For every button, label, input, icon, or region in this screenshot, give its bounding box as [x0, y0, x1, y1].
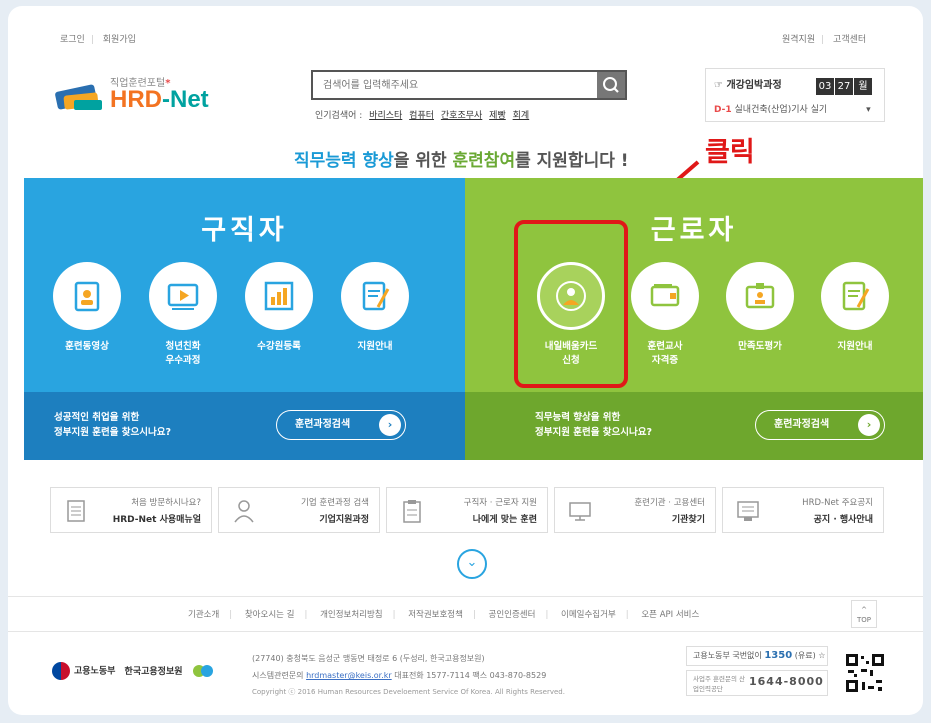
notepad-pencil-icon — [362, 281, 390, 311]
service-label: 지원안내 — [837, 341, 873, 352]
document-icon — [67, 500, 85, 522]
enrollment-item[interactable]: 수강원등록 — [236, 262, 322, 354]
popular-keyword[interactable]: 회계 — [513, 111, 530, 121]
browser-page: 로그인| 회원가입 원격지원| 고객센터 직업훈련포털* HRD-Net 인기검… — [8, 6, 923, 715]
chevron-up-icon: ^ — [861, 606, 867, 614]
badge-icon — [745, 283, 775, 309]
support-email-link[interactable]: hrdmaster@keis.or.kr — [306, 671, 392, 680]
qr-code-icon — [844, 652, 886, 694]
wallet-icon — [650, 284, 680, 307]
support-guide-item[interactable]: 지원안내 — [332, 262, 418, 354]
upcoming-course-box[interactable]: ☞ 개강임박과정 03 27 월 D-1 실내건축(산업)기사 실기 ▾ — [705, 68, 885, 122]
chevron-right-icon: › — [858, 414, 880, 436]
footer-link[interactable]: 저작권보호정책 — [408, 610, 463, 620]
worker-support-guide-item[interactable]: 지원안내 — [812, 262, 898, 354]
youth-course-item[interactable]: 청년친화 우수과정 — [140, 262, 226, 368]
service-label: 청년친화 — [165, 341, 201, 352]
site-logo[interactable]: 직업훈련포털* HRD-Net — [52, 70, 222, 120]
keis-logo-icon — [192, 665, 213, 677]
bar-chart-icon — [264, 281, 294, 311]
notice-icon — [737, 501, 759, 521]
footer-link[interactable]: 공인인증센터 — [489, 610, 536, 620]
quick-link-institutions[interactable]: 훈련기관 · 고용센터 기관찾기 — [554, 487, 716, 533]
footer-link[interactable]: 이메일수집거부 — [561, 610, 616, 620]
search-input[interactable] — [313, 72, 597, 98]
service-label: 훈련교사 — [647, 341, 683, 352]
popular-keyword[interactable]: 바리스타 — [369, 111, 402, 121]
job-seeker-course-search-button[interactable]: 훈련과정검색 › — [276, 410, 406, 440]
popular-keywords: 인기검색어 : 바리스타 컴퓨터 간호조무사 제빵 회계 — [315, 108, 529, 121]
training-video-item[interactable]: 훈련동영상 — [44, 262, 130, 354]
util-links-right: 원격지원 | 고객센터 — [782, 35, 867, 45]
popular-keyword[interactable]: 컴퓨터 — [409, 111, 434, 121]
taegeuk-emblem-icon — [52, 662, 70, 680]
search-button[interactable] — [597, 72, 625, 98]
signup-link[interactable]: 회원가입 — [103, 35, 136, 45]
call-center-box: 고용노동부 국번없이 1350 (유료) ☆ 사업주 훈련문의 산업인력공단 16… — [686, 646, 828, 698]
util-links-left: 로그인 | 회원가입 — [60, 35, 136, 45]
footer-link[interactable]: 찾아오시는 길 — [245, 610, 295, 620]
upcoming-title: ☞ 개강임박과정 — [714, 80, 782, 91]
quick-link-manual[interactable]: 처음 방문하시나요? HRD-Net 사용매뉴얼 — [50, 487, 212, 533]
search-icon — [603, 77, 619, 93]
customer-center-link[interactable]: 고객센터 — [833, 35, 866, 45]
footer-address: (27740) 충청북도 음성군 맹동면 태정로 6 (두성리, 한국고용정보원… — [252, 654, 565, 696]
search-bar — [311, 70, 627, 100]
click-annotation: 클릭 — [705, 137, 755, 168]
remote-support-link[interactable]: 원격지원 — [782, 35, 815, 45]
service-label: 수강원등록 — [257, 341, 301, 352]
footer-nav: 기관소개 | 찾아오시는 길 | 개인정보처리방침 | 저작권보호정책 | 공인인증센터… — [8, 596, 923, 632]
popular-keyword[interactable]: 제빵 — [489, 111, 506, 121]
service-label: 만족도평가 — [738, 341, 782, 352]
footer-link[interactable]: 개인정보처리방침 — [320, 610, 383, 620]
chevron-down-icon[interactable]: ⌄ — [457, 549, 487, 579]
quick-link-company[interactable]: 기업 훈련과정 검색 기업지원과정 — [218, 487, 380, 533]
worker-search-bar: 직무능력 향상을 위한 정부지원 훈련을 찾으시나요? 훈련과정검색 › — [465, 392, 923, 460]
person-icon — [234, 500, 254, 523]
upcoming-date: 03 27 월 — [816, 74, 873, 95]
upcoming-course[interactable]: D-1 실내건축(산업)기사 실기 ▾ — [714, 102, 871, 115]
job-seeker-panel: 구직자 훈련동영상 청년친화 우수과정 수강원등록 지원안내 성공적인 취업을 … — [24, 178, 465, 460]
job-seeker-title: 구직자 — [201, 215, 288, 246]
popular-label: 인기검색어 : — [315, 111, 363, 121]
logo-icon — [55, 84, 102, 110]
satisfaction-survey-item[interactable]: 만족도평가 — [717, 262, 803, 354]
login-link[interactable]: 로그인 — [60, 35, 85, 45]
popular-keyword[interactable]: 간호조무사 — [441, 111, 482, 121]
logo-brand: HRD-Net — [110, 86, 209, 113]
service-label: 지원안내 — [357, 341, 393, 352]
chevron-right-icon: › — [379, 414, 401, 436]
job-seeker-search-bar: 성공적인 취업을 위한 정부지원 훈련을 찾으시나요? 훈련과정검색 › — [24, 392, 465, 460]
footer-link[interactable]: 기관소개 — [188, 610, 219, 620]
id-card-icon — [74, 281, 100, 312]
worker-course-search-button[interactable]: 훈련과정검색 › — [755, 410, 885, 440]
instructor-license-item[interactable]: 훈련교사 자격증 — [622, 262, 708, 368]
gov-logos: 고용노동부 한국고용정보원 — [52, 662, 214, 680]
notepad-pencil-icon — [842, 281, 870, 311]
page-headline: 직무능력 향상을 위한 훈련참여를 지원합니다 ! — [294, 151, 629, 171]
quick-link-notices[interactable]: HRD-Net 주요공지 공지 · 행사안내 — [722, 487, 884, 533]
footer-link[interactable]: 오픈 API 서비스 — [641, 610, 699, 620]
click-highlight-box — [514, 220, 628, 388]
scroll-top-button[interactable]: ^ TOP — [851, 600, 877, 628]
quick-link-matching[interactable]: 구직자 · 근로자 지원 나에게 맞는 훈련 — [386, 487, 548, 533]
clipboard-icon — [403, 500, 421, 523]
monitor-icon — [569, 502, 591, 521]
video-play-icon — [167, 283, 199, 310]
service-label: 훈련동영상 — [65, 341, 109, 352]
